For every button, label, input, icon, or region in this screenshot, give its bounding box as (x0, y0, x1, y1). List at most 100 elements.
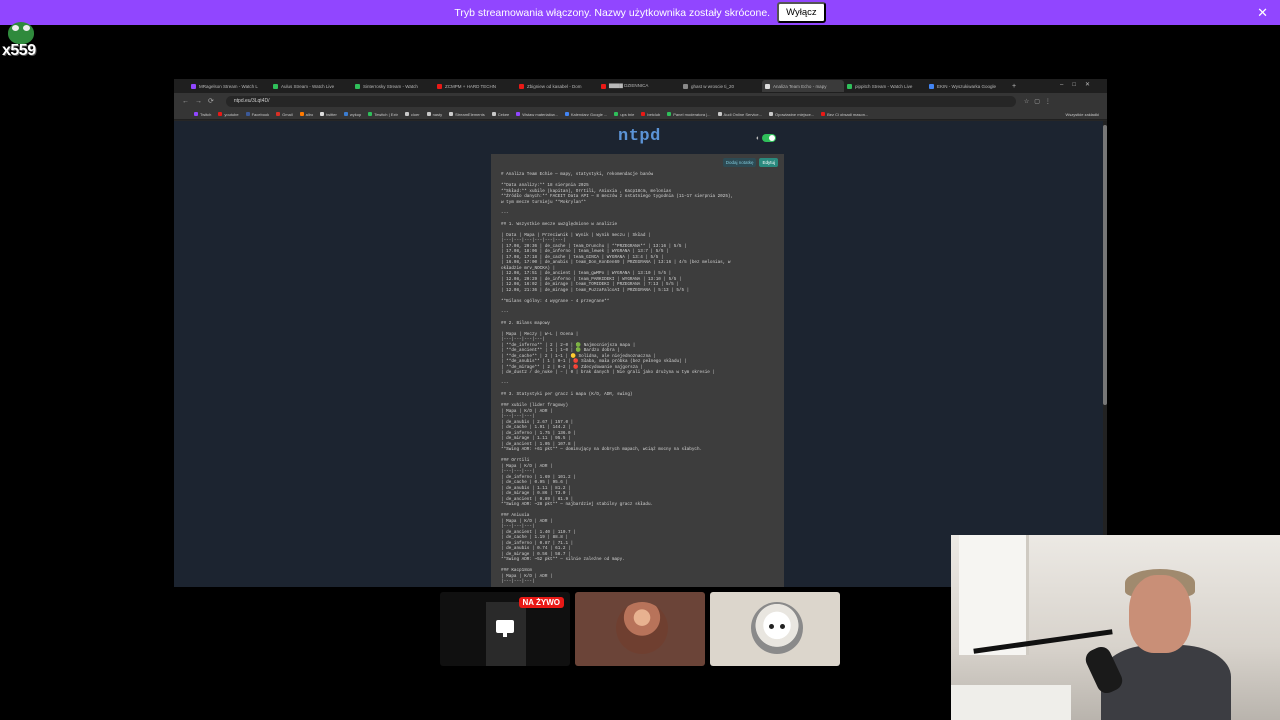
scrollbar-thumb[interactable] (1103, 125, 1107, 405)
bookmark-favicon-icon (299, 112, 304, 116)
bookmark-favicon-icon (218, 112, 223, 116)
bookmark-label: Cekee (497, 111, 510, 117)
add-note-button[interactable]: Dodaj notatkę (722, 158, 757, 167)
toggle-switch[interactable] (762, 134, 777, 142)
toolbar-icons[interactable]: ☆▢⋮ (1024, 98, 1056, 105)
browser-tab[interactable]: ▇▇▇▇ DZIENNICA (598, 80, 680, 92)
note-actions: Dodaj notatkę Edytuj (720, 158, 778, 167)
bookmark-favicon-icon (614, 112, 619, 116)
bookmark-item[interactable]: Gmail (276, 112, 293, 117)
tab-favicon-icon (191, 83, 196, 89)
bookmark-label: Panel moderatora |... (673, 111, 711, 117)
url-field[interactable]: ntpd.eu/3Lqt4D/ (225, 95, 1016, 107)
bookmark-item[interactable]: Kalendarz Google ... (564, 112, 607, 117)
bookmark-item[interactable]: wykop (343, 112, 361, 117)
tab-label: Analiza Team Echo - mapy (773, 83, 827, 89)
bookmark-item[interactable]: Opowiastne miejsce... (769, 112, 814, 117)
bookmark-favicon-icon (245, 112, 250, 116)
bookmark-favicon-icon (194, 112, 198, 116)
bookmark-item[interactable]: youtube (218, 111, 239, 117)
bookmark-favicon-icon (821, 112, 826, 116)
bookmark-label: youtube (224, 111, 239, 117)
bookmark-item[interactable]: StreamElements (449, 112, 485, 117)
frog-icon (8, 22, 34, 44)
edit-button[interactable]: Edytuj (759, 158, 778, 167)
webcam-background-shelf (951, 685, 1071, 720)
webcam-background-window (959, 535, 1029, 655)
tab-favicon-icon (519, 83, 524, 89)
window-controls[interactable]: –□✕ (1060, 81, 1099, 88)
bookmark-item[interactable]: Bez Ci obsadi mason... (821, 112, 868, 117)
bookmark-favicon-icon (491, 112, 496, 116)
bookmark-item[interactable]: betclub (641, 112, 660, 117)
bookmark-label: betclub (647, 111, 661, 117)
bookmark-label: twitter (326, 111, 337, 117)
bookmark-item[interactable]: Audi Online Service... (717, 112, 762, 117)
moon-icon: ◐ (756, 134, 761, 142)
browser-tab[interactable]: Aulus Stream - Watch Live (270, 80, 352, 92)
close-icon[interactable]: ✕ (1257, 5, 1268, 21)
participant-tile[interactable] (710, 592, 840, 666)
disable-streaming-mode-button[interactable]: Wyłącz (777, 2, 826, 23)
browser-tab[interactable]: Analiza Team Echo - mapy (762, 80, 844, 92)
tab-label: Zbigniew od kasabel - Dom (527, 83, 582, 89)
bookmark-favicon-icon (320, 112, 325, 116)
theme-toggle[interactable]: ◐ (756, 134, 777, 142)
bookmark-item[interactable]: allro (299, 111, 314, 117)
note-panel: Dodaj notatkę Edytuj # Analiza Team Echi… (491, 154, 784, 587)
tab-label: EKIN - Wyszukiwarka Google (937, 83, 996, 89)
browser-tab[interactable]: Zbigniew od kasabel - Dom (516, 80, 598, 92)
all-bookmarks-button[interactable]: Wszystkie zakładki (1065, 112, 1099, 117)
browser-tab[interactable]: MRagelson Stream - Watch L (188, 80, 270, 92)
bookmark-label: allro (305, 111, 314, 117)
bookmark-item[interactable]: Twitch (194, 112, 211, 117)
bookmark-item[interactable]: cloer (404, 112, 420, 117)
screen-share-icon (496, 620, 514, 637)
bookmark-item[interactable]: Facebook (245, 112, 269, 117)
tab-favicon-icon (437, 83, 442, 89)
bookmark-favicon-icon (564, 112, 569, 116)
browser-tab[interactable]: EKIN - Wyszukiwarka Google (926, 80, 1008, 92)
bookmark-item[interactable]: Panel moderatora |... (667, 111, 711, 117)
bookmark-favicon-icon (667, 112, 672, 116)
tab-label: ghast w wroscie ti_20 (691, 83, 735, 89)
bookmark-item[interactable]: Cekee (491, 111, 510, 117)
bookmark-item[interactable]: nasty (426, 112, 442, 117)
shared-browser-window: MRagelson Stream - Watch L Aulus Stream -… (174, 79, 1107, 587)
tab-favicon-icon (273, 83, 278, 89)
participant-screen-share[interactable]: NA ŻYWO (440, 592, 570, 666)
browser-tab[interactable]: Sinterrosky Stream - Watch (352, 80, 434, 92)
webcam-feed (951, 535, 1280, 720)
new-tab-button[interactable]: + (1012, 83, 1016, 90)
note-body: # Analiza Team Echie — mapy, statystyki,… (501, 172, 734, 584)
participant-tile[interactable] (575, 592, 705, 666)
tab-favicon-icon (765, 83, 770, 89)
bookmark-item[interactable]: Wstaw materiałów... (516, 112, 558, 117)
banner-message: Tryb streamowania włączony. Nazwy użytko… (454, 6, 771, 19)
bookmark-label: Bez Ci obsadi mason... (827, 111, 869, 117)
bookmark-item[interactable]: twitter (320, 112, 337, 117)
streamer-face (1129, 575, 1191, 653)
bookmark-item[interactable]: ups tnie (614, 112, 634, 117)
bookmark-label: ups tnie (620, 111, 635, 117)
bookmark-favicon-icon (717, 112, 722, 116)
tab-label: ▇▇▇▇ DZIENNICA (609, 83, 649, 88)
bookmark-favicon-icon (641, 112, 646, 116)
bookmark-item[interactable]: Tewitch | Extr (368, 112, 398, 117)
navigation-icons[interactable]: ←→⟳ (182, 97, 220, 105)
tab-favicon-icon (847, 83, 852, 89)
tab-label: Aulus Stream - Watch Live (281, 83, 335, 89)
site-title: ntpd (618, 127, 661, 146)
bookmark-favicon-icon (769, 112, 773, 116)
browser-tab[interactable]: ZCMPM + HARD TECHN (434, 80, 516, 92)
avatar (751, 602, 803, 654)
bookmark-favicon-icon (343, 112, 348, 116)
bookmark-favicon-icon (404, 112, 409, 116)
bookmark-label: Tewitch | Extr (374, 111, 398, 117)
tab-label: pippitch Stream - Watch Live (855, 83, 913, 89)
stream-screen: Tryb streamowania włączony. Nazwy użytko… (0, 0, 1280, 720)
bookmark-favicon-icon (449, 112, 454, 116)
browser-tab[interactable]: ghast w wroscie ti_20 (680, 80, 762, 92)
channel-logo-text: x559 (2, 42, 36, 59)
browser-tab[interactable]: pippitch Stream - Watch Live (844, 80, 926, 92)
